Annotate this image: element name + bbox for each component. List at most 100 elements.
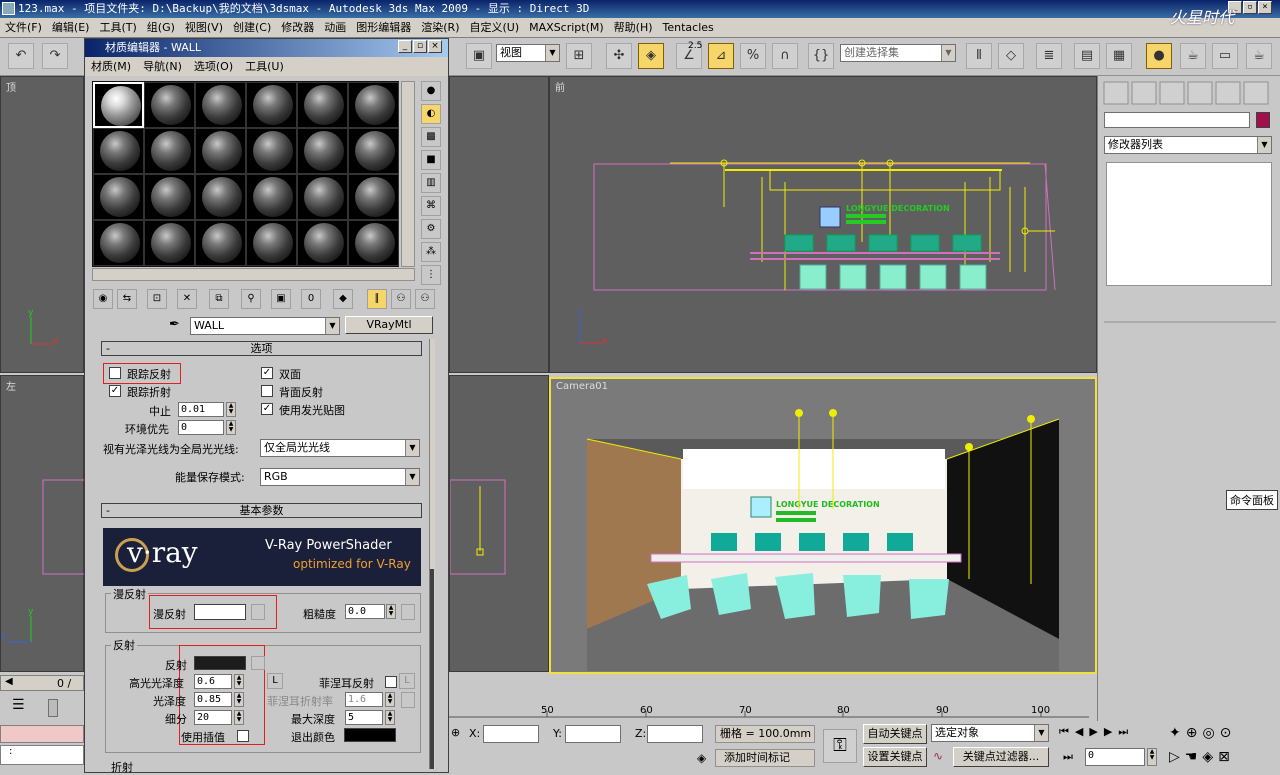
mat-menu-utilities[interactable]: 工具(U) — [245, 60, 284, 73]
mat-menu-options[interactable]: 选项(O) — [194, 60, 233, 73]
show-map-icon[interactable]: 0 — [301, 289, 321, 309]
sample-slot[interactable] — [348, 174, 399, 220]
object-color-swatch[interactable] — [1256, 112, 1270, 128]
sample-slot[interactable] — [297, 128, 348, 174]
hilight-gloss-spinner[interactable]: 0.6 — [194, 674, 232, 689]
time-slider[interactable]: ◀ 0 / — [0, 675, 84, 691]
sample-slot[interactable] — [246, 174, 297, 220]
reflect-backside-checkbox[interactable] — [261, 385, 273, 397]
options-rollout-header[interactable]: - 选项 — [101, 341, 422, 356]
sample-slot[interactable] — [297, 82, 348, 128]
menu-modifiers[interactable]: 修改器 — [281, 21, 314, 34]
use-interp-checkbox[interactable] — [237, 730, 249, 742]
reflect-color-swatch[interactable] — [194, 656, 246, 670]
sample-slot[interactable] — [297, 174, 348, 220]
sample-slot[interactable] — [297, 220, 348, 266]
reset-map-icon[interactable]: ✕ — [177, 289, 197, 309]
fresnel-ior-spinner[interactable]: 1.6 — [345, 692, 383, 707]
render-setup-icon[interactable]: ☕ — [1180, 43, 1206, 69]
viewport-nav-icons-row1[interactable]: ✦⊕◎⊙ — [1169, 725, 1236, 741]
sample-type-icon[interactable]: ● — [421, 81, 441, 101]
sample-slot[interactable] — [93, 220, 144, 266]
redo-icon[interactable]: ↷ — [42, 43, 68, 69]
options-icon[interactable]: ⚙ — [421, 219, 441, 239]
mat-maximize-button[interactable]: ▫ — [413, 40, 427, 53]
mat-menu-material[interactable]: 材质(M) — [91, 60, 131, 73]
backlight-icon[interactable]: ◐ — [421, 104, 441, 124]
maxscript-listener-pink[interactable] — [0, 725, 84, 743]
cutoff-spinner[interactable]: 0.01 — [178, 402, 224, 417]
select-region-icon[interactable]: ▣ — [466, 43, 492, 69]
y-coord-field[interactable] — [565, 725, 621, 743]
double-sided-checkbox[interactable]: ✓ — [261, 367, 273, 379]
spinner-snap-icon[interactable]: % — [740, 43, 766, 69]
pivot-icon[interactable]: ⊞ — [566, 43, 592, 69]
track-bar-icon[interactable]: ☰ — [12, 697, 25, 713]
magnet-icon[interactable]: ∩ — [772, 43, 798, 69]
material-id-icon[interactable]: ▣ — [271, 289, 291, 309]
max-depth-spinner-arrows[interactable]: ▲ ▼ — [385, 710, 395, 725]
refl-gloss-spinner[interactable]: 0.85 — [194, 692, 232, 707]
slots-horizontal-scrollbar[interactable] — [92, 268, 415, 281]
max-depth-spinner[interactable]: 5 — [345, 710, 383, 725]
cutoff-spinner-arrows[interactable]: ▲ ▼ — [226, 402, 236, 417]
subdivs-spinner[interactable]: 20 — [194, 710, 232, 725]
env-priority-spinner[interactable]: 0 — [178, 420, 224, 435]
modifier-stack[interactable] — [1106, 162, 1272, 286]
menu-animation[interactable]: 动画 — [324, 21, 346, 34]
make-preview-icon[interactable]: ⌘ — [421, 196, 441, 216]
menu-tentacles[interactable]: Tentacles — [663, 21, 714, 34]
sample-slot[interactable] — [93, 82, 144, 128]
sample-slot[interactable] — [348, 128, 399, 174]
mat-close-button[interactable]: × — [428, 40, 442, 53]
z-coord-field[interactable] — [647, 725, 703, 743]
current-frame-spinner-arrows[interactable]: ▲ ▼ — [1147, 748, 1157, 766]
sample-slot[interactable] — [93, 128, 144, 174]
menu-views[interactable]: 视图(V) — [185, 21, 223, 34]
treat-glossy-combo[interactable]: 仅全局光光线 ▼ — [260, 439, 420, 457]
sample-slot[interactable] — [195, 174, 246, 220]
fresnel-ior-spinner-arrows[interactable]: ▲ ▼ — [385, 692, 395, 707]
fresnel-ior-map-button[interactable] — [401, 692, 415, 708]
subdivs-spinner-arrows[interactable]: ▲ ▼ — [234, 710, 244, 725]
fresnel-lock-button[interactable]: L — [399, 673, 415, 689]
viewport-top-right-part[interactable] — [449, 76, 549, 373]
sample-slot[interactable] — [144, 220, 195, 266]
key-selection-combo[interactable]: 选定对象 ▼ — [931, 724, 1049, 742]
basic-params-rollout-header[interactable]: - 基本参数 — [101, 503, 422, 518]
energy-mode-combo[interactable]: RGB ▼ — [260, 468, 420, 486]
material-name-combo[interactable]: WALL ▼ — [190, 317, 340, 335]
menu-group[interactable]: 组(G) — [147, 21, 175, 34]
render-frame-icon[interactable]: ▭ — [1212, 43, 1238, 69]
snap-toggle-icon[interactable]: ◈ — [638, 43, 664, 69]
put-to-library-icon[interactable]: ⚲ — [241, 289, 261, 309]
slots-vertical-scrollbar[interactable] — [401, 81, 415, 267]
menu-help[interactable]: 帮助(H) — [614, 21, 653, 34]
sample-slot[interactable] — [246, 220, 297, 266]
sample-slot[interactable] — [246, 82, 297, 128]
diffuse-color-swatch[interactable] — [194, 604, 246, 620]
menu-maxscript[interactable]: MAXScript(M) — [529, 21, 604, 34]
add-time-tag-button[interactable]: 添加时间标记 — [715, 749, 815, 767]
set-key-button[interactable]: 设置关键点 — [863, 747, 927, 767]
sample-slot[interactable] — [195, 128, 246, 174]
pick-material-icon[interactable]: ⚇ — [415, 289, 435, 309]
quick-render-icon[interactable]: ☕ — [1246, 43, 1272, 69]
maxscript-mini-listener[interactable]: : — [0, 745, 84, 765]
playback-controls[interactable]: ⏮◀▶▶⏭ — [1059, 725, 1134, 739]
refl-gloss-spinner-arrows[interactable]: ▲ ▼ — [234, 692, 244, 707]
time-tag-icon[interactable]: ◈ — [697, 751, 706, 765]
modifier-list-combo[interactable]: 修改器列表 ▼ — [1104, 136, 1272, 154]
mat-menu-navigation[interactable]: 导航(N) — [143, 60, 182, 73]
diffuse-map-button[interactable] — [251, 604, 265, 620]
curve-editor-icon[interactable]: ▤ — [1074, 43, 1100, 69]
sample-slot[interactable] — [246, 128, 297, 174]
auto-key-button[interactable]: 自动关键点 — [863, 724, 927, 744]
viewport-front[interactable]: 前 LONGYUE DECORATION zx — [549, 76, 1097, 373]
viewport-left[interactable]: 左 yz — [0, 375, 85, 672]
put-to-scene-icon[interactable]: ⇆ — [117, 289, 137, 309]
get-material-icon[interactable]: ◉ — [93, 289, 113, 309]
undo-icon[interactable]: ↶ — [8, 43, 34, 69]
menu-create[interactable]: 创建(C) — [233, 21, 271, 34]
sample-slot[interactable] — [195, 82, 246, 128]
